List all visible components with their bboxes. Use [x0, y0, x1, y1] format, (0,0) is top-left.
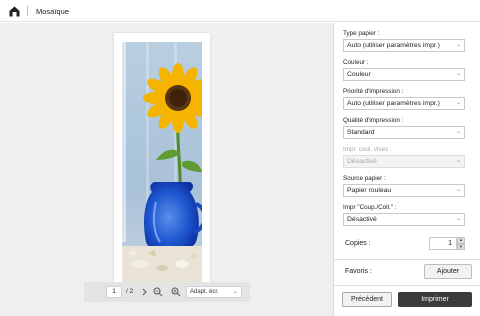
vivid-color-select: Désactivé ⌄	[343, 155, 465, 168]
print-priority-label: Priorité d'impression :	[343, 88, 404, 95]
page-navigation-bar: 1 / 2 Adapt. écr. ⌄	[84, 282, 250, 302]
paper-source-value: Papier rouleau	[347, 187, 392, 194]
chevron-down-icon: ⌄	[455, 42, 461, 48]
color-label: Couleur :	[343, 59, 369, 66]
paper-type-label: Type papier :	[343, 30, 380, 37]
paper-sheet	[114, 33, 210, 291]
sunflower-photo	[122, 42, 202, 282]
cut-paste-value: Désactivé	[347, 216, 377, 223]
chevron-down-icon: ⌄	[232, 289, 238, 295]
chevron-down-icon: ⌄	[455, 187, 461, 193]
vivid-color-label: Impr. coul. vives :	[343, 146, 392, 153]
settings-panel: Type papier : Auto (utiliser paramètres …	[333, 23, 480, 316]
zoom-out-icon[interactable]	[152, 286, 164, 298]
zoom-value: Adapt. écr.	[190, 289, 219, 295]
page-number-input[interactable]: 1	[106, 286, 122, 298]
paper-type-select[interactable]: Auto (utiliser paramètres impr.) ⌄	[343, 39, 465, 52]
paper-type-value: Auto (utiliser paramètres impr.)	[347, 42, 440, 49]
chevron-down-icon: ⌄	[455, 158, 461, 164]
copies-label: Copies :	[345, 240, 371, 247]
print-priority-select[interactable]: Auto (utiliser paramètres impr.) ⌄	[343, 97, 465, 110]
title-separator	[27, 6, 28, 16]
chevron-down-icon: ⌄	[455, 216, 461, 222]
home-icon[interactable]	[8, 5, 21, 18]
print-quality-select[interactable]: Standard ⌄	[343, 126, 465, 139]
print-priority-value: Auto (utiliser paramètres impr.)	[347, 100, 440, 107]
copies-input[interactable]: 1	[429, 237, 457, 250]
vivid-color-value: Désactivé	[347, 158, 377, 165]
zoom-select[interactable]: Adapt. écr. ⌄	[186, 286, 242, 298]
preview-area: 1 / 2 Adapt. écr. ⌄	[0, 23, 333, 316]
window-title: Mosaïque	[36, 7, 69, 16]
paper-source-select[interactable]: Papier rouleau ⌄	[343, 184, 465, 197]
favorites-label: Favoris :	[345, 268, 372, 275]
divider	[334, 285, 480, 286]
print-quality-label: Qualité d'impression :	[343, 117, 404, 124]
copies-stepper: ▲ ▼	[457, 237, 465, 250]
color-select[interactable]: Couleur ⌄	[343, 68, 465, 81]
chevron-down-icon: ⌄	[455, 129, 461, 135]
page-total: / 2	[126, 288, 134, 295]
add-favorite-button[interactable]: Ajouter	[424, 264, 472, 279]
cut-paste-label: Impr "Coup./Coll." :	[343, 204, 397, 211]
zoom-in-icon[interactable]	[170, 286, 182, 298]
print-quality-value: Standard	[347, 129, 375, 136]
chevron-down-icon: ⌄	[455, 100, 461, 106]
chevron-down-icon[interactable]: ▼	[457, 243, 465, 250]
color-value: Couleur	[347, 71, 371, 78]
title-bar: Mosaïque	[0, 0, 480, 22]
cut-paste-select[interactable]: Désactivé ⌄	[343, 213, 465, 226]
paper-source-label: Source papier :	[343, 175, 386, 182]
print-button[interactable]: Imprimer	[398, 292, 472, 307]
divider	[334, 259, 480, 260]
previous-button[interactable]: Précédent	[342, 292, 392, 307]
chevron-down-icon: ⌄	[455, 71, 461, 77]
chevron-right-icon[interactable]	[138, 286, 150, 298]
